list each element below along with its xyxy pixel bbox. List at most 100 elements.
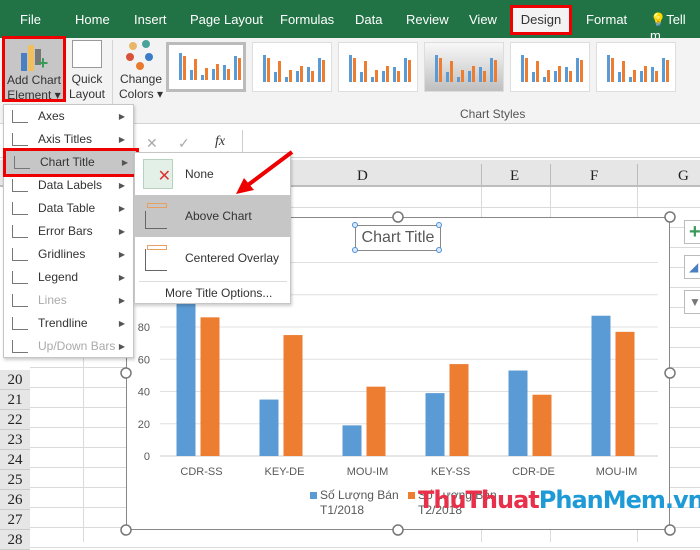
x-tick-label: KEY-DE — [265, 466, 305, 478]
submenu-label: None — [185, 167, 214, 181]
axes-icon — [12, 110, 28, 123]
bar — [283, 335, 303, 456]
up-down-bars-icon — [12, 340, 28, 353]
trendline-icon — [12, 317, 28, 330]
legend-icon — [12, 271, 28, 284]
submenu-item-above-chart[interactable]: Above Chart — [135, 195, 290, 237]
no-title-icon: ✕ — [143, 159, 173, 189]
chevron-right-icon: ▶ — [118, 319, 125, 328]
bar — [615, 331, 635, 456]
resize-handle[interactable] — [664, 367, 676, 379]
bar — [449, 364, 469, 456]
menu-item-label: Axis Titles — [38, 132, 93, 146]
bar — [425, 393, 445, 456]
lines-icon — [12, 294, 28, 307]
legend-label: Số Lượng Bán T1/2018 — [320, 488, 399, 517]
menu-item-axis-titles[interactable]: Axis Titles ▶ — [4, 128, 133, 151]
resize-handle[interactable] — [392, 524, 404, 536]
submenu-label: Centered Overlay — [185, 251, 280, 265]
y-tick-label: 80 — [138, 322, 150, 334]
menu-item-label: Data Labels — [38, 178, 103, 192]
error-bars-icon — [12, 225, 28, 238]
submenu-item-centered-overlay[interactable]: Centered Overlay — [135, 237, 290, 279]
menu-item-gridlines[interactable]: Gridlines ▶ — [4, 243, 133, 266]
watermark-part1: ThuThuat — [418, 486, 540, 514]
add-chart-element-menu: Axes ▶ Axis Titles ▶ Chart Title ▶ Data Labels… — [3, 104, 139, 358]
red-arrow-annotation — [236, 150, 294, 194]
chart-filter-icon[interactable]: ▼ — [684, 290, 700, 314]
y-tick-label: 40 — [138, 387, 150, 399]
data-table-icon — [12, 202, 28, 215]
x-tick-label: CDR-SS — [180, 466, 222, 478]
bar — [176, 301, 196, 456]
chevron-right-icon: ▶ — [118, 204, 125, 213]
resize-handle[interactable] — [120, 524, 132, 536]
menu-item-trendline[interactable]: Trendline ▶ — [4, 312, 133, 335]
chevron-right-icon: ▶ — [118, 181, 125, 190]
menu-item-legend[interactable]: Legend ▶ — [4, 266, 133, 289]
resize-handle[interactable] — [120, 367, 132, 379]
bar — [591, 315, 611, 456]
chart-styles-brush-icon[interactable]: ◢ — [684, 255, 700, 279]
above-chart-icon — [143, 201, 173, 231]
chevron-right-icon: ▶ — [118, 296, 125, 305]
menu-item-error-bars[interactable]: Error Bars ▶ — [4, 220, 133, 243]
watermark-part2: PhanMem.vn — [538, 486, 700, 514]
resize-handle[interactable] — [664, 211, 676, 223]
x-tick-label: KEY-SS — [431, 466, 470, 478]
resize-handle[interactable] — [664, 524, 676, 536]
x-tick-label: MOU-IM — [347, 466, 389, 478]
chart-title-icon — [14, 156, 30, 169]
gridlines-icon — [12, 248, 28, 261]
x-tick-label: MOU-IM — [596, 466, 638, 478]
x-tick-label: CDR-DE — [512, 466, 555, 478]
menu-item-label: Error Bars — [38, 224, 93, 238]
y-tick-label: 20 — [138, 419, 150, 431]
chevron-right-icon: ▶ — [118, 250, 125, 259]
menu-item-label: Legend — [38, 270, 79, 284]
watermark-logo: ThuThuatPhanMem.vn — [418, 486, 700, 514]
menu-item-label: Trendline — [38, 316, 88, 330]
submenu-label: Above Chart — [185, 209, 252, 223]
bar — [342, 425, 362, 456]
chevron-right-icon: ▶ — [118, 273, 125, 282]
chart-elements-plus-icon[interactable]: + — [684, 220, 700, 244]
axis-titles-icon — [12, 133, 28, 146]
menu-item-chart-title[interactable]: Chart Title ▶ — [3, 148, 139, 177]
menu-item-axes[interactable]: Axes ▶ — [4, 105, 133, 128]
menu-item-lines[interactable]: Lines ▶ — [4, 289, 133, 312]
chevron-right-icon: ▶ — [121, 158, 128, 167]
resize-handle[interactable] — [392, 211, 404, 223]
chevron-right-icon: ▶ — [118, 135, 125, 144]
bar — [259, 399, 279, 456]
row-gridline — [30, 547, 700, 548]
data-labels-icon — [12, 179, 28, 192]
centered-overlay-icon — [143, 243, 173, 273]
menu-item-label: Up/Down Bars — [38, 339, 116, 353]
bar — [200, 317, 220, 456]
menu-item-label: Chart Title — [40, 155, 95, 169]
chart-title[interactable]: Chart Title — [355, 225, 441, 251]
chevron-right-icon: ▶ — [118, 227, 125, 236]
chevron-right-icon: ▶ — [118, 112, 125, 121]
bar — [508, 370, 528, 456]
y-tick-label: 60 — [138, 354, 150, 366]
bar — [532, 394, 552, 456]
menu-item-up-down-bars[interactable]: Up/Down Bars ▶ — [4, 335, 133, 358]
title-handle[interactable] — [352, 222, 358, 228]
menu-item-data-labels[interactable]: Data Labels ▶ — [4, 174, 133, 197]
title-handle[interactable] — [352, 247, 358, 253]
menu-item-label: Gridlines — [38, 247, 86, 261]
title-handle[interactable] — [436, 222, 442, 228]
more-title-options[interactable]: More Title Options... — [165, 286, 272, 300]
menu-item-data-table[interactable]: Data Table ▶ — [4, 197, 133, 220]
menu-item-label: Data Table — [38, 201, 96, 215]
menu-item-label: Lines — [38, 293, 67, 307]
legend-swatch — [310, 492, 317, 499]
title-handle[interactable] — [436, 247, 442, 253]
y-tick-label: 0 — [144, 451, 150, 463]
menu-item-label: Axes — [38, 109, 65, 123]
chevron-right-icon: ▶ — [118, 342, 125, 351]
bar — [366, 386, 386, 456]
legend-swatch — [408, 492, 415, 499]
